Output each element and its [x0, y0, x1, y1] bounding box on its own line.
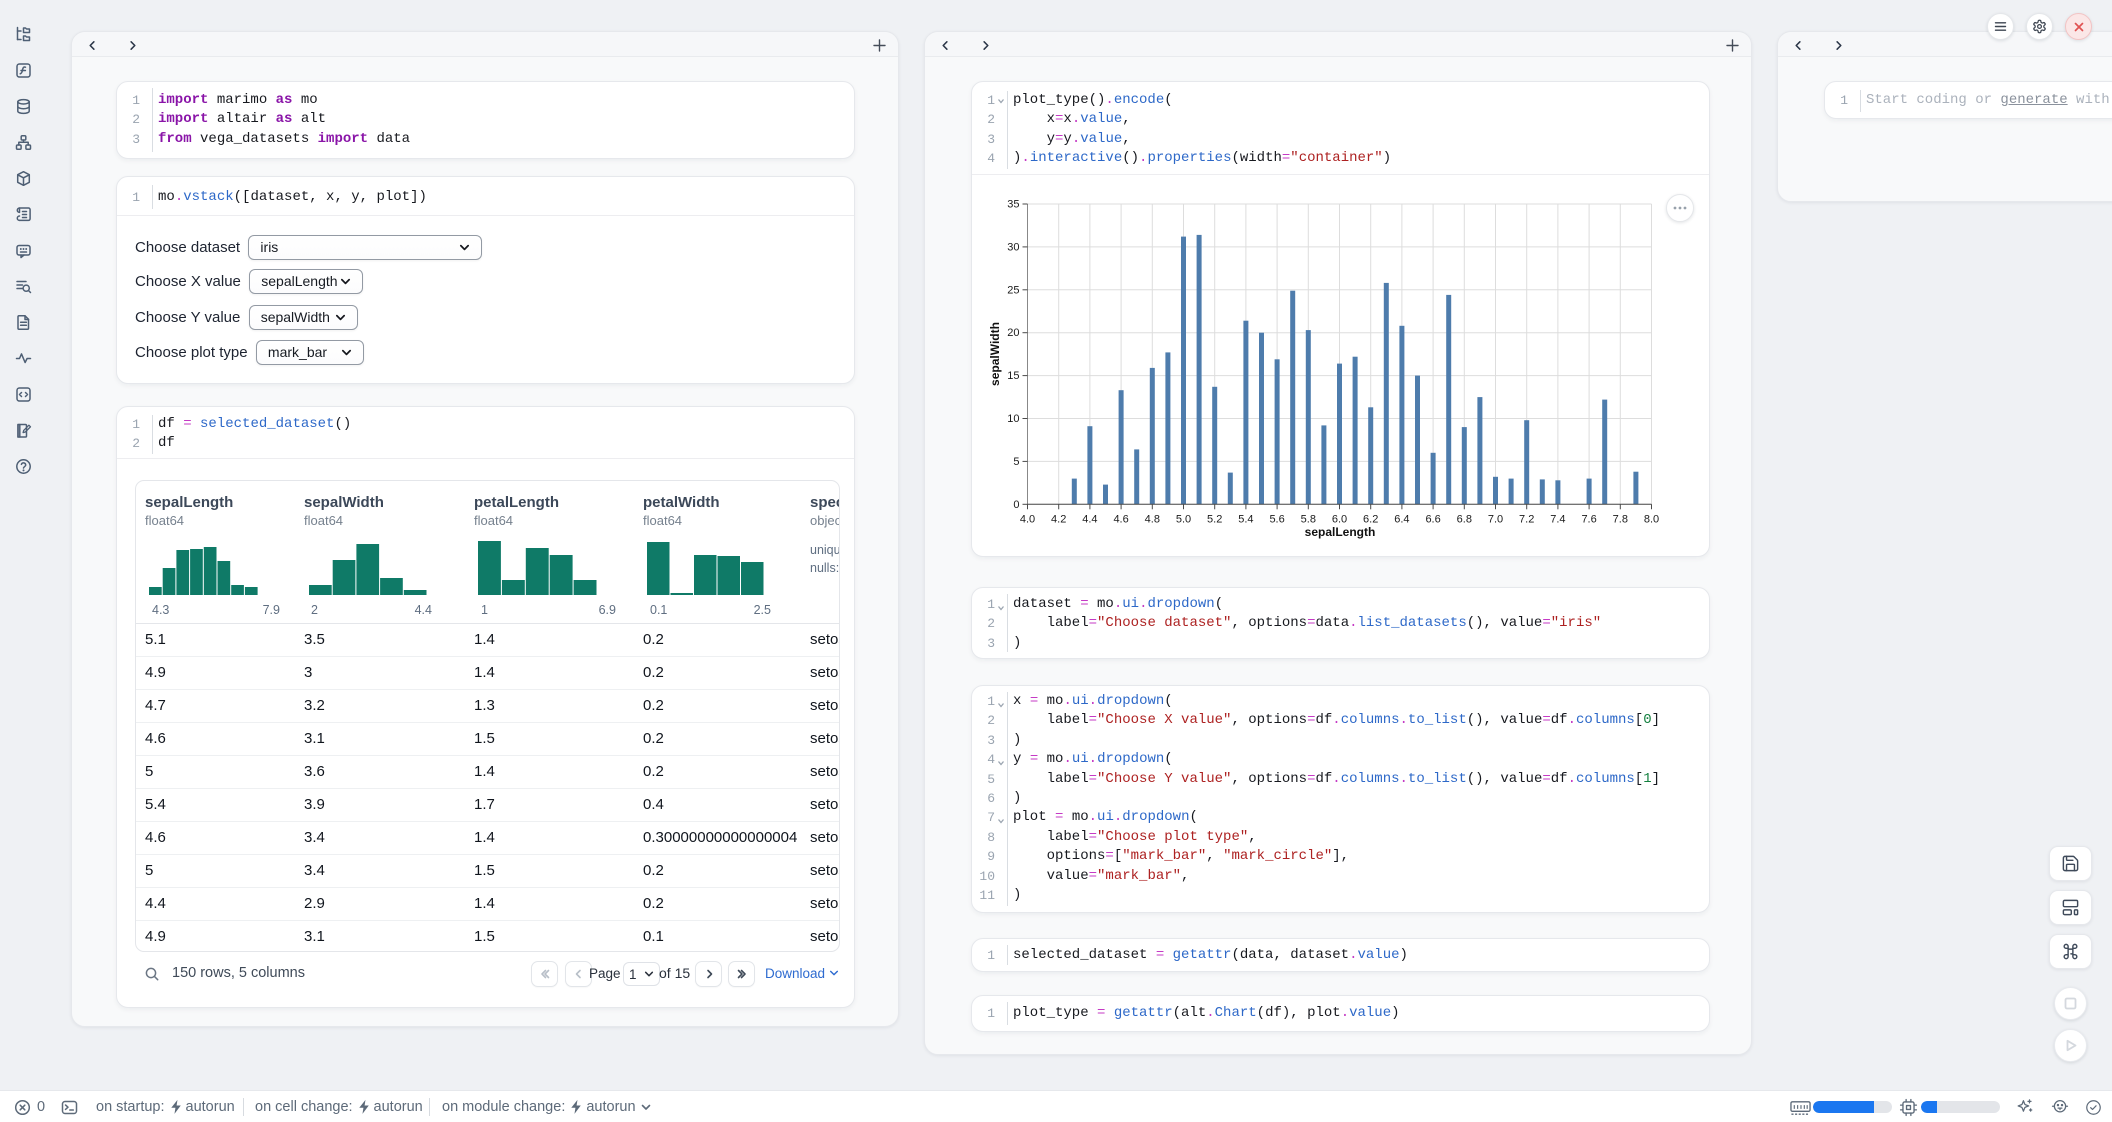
svg-text:7.0: 7.0	[1488, 513, 1503, 525]
svg-text:4.0: 4.0	[1020, 513, 1035, 525]
svg-text:6.4: 6.4	[1394, 513, 1409, 525]
svg-text:8.0: 8.0	[1644, 513, 1659, 525]
svg-text:5.0: 5.0	[1176, 513, 1191, 525]
svg-text:20: 20	[1007, 327, 1019, 339]
svg-text:4.4: 4.4	[1082, 513, 1097, 525]
svg-text:6.8: 6.8	[1457, 513, 1472, 525]
svg-text:6.2: 6.2	[1363, 513, 1378, 525]
svg-text:4.6: 4.6	[1113, 513, 1128, 525]
svg-text:6.6: 6.6	[1425, 513, 1440, 525]
svg-text:25: 25	[1007, 284, 1019, 296]
svg-text:5: 5	[1013, 456, 1019, 468]
svg-text:5.2: 5.2	[1207, 513, 1222, 525]
svg-text:0: 0	[1013, 499, 1019, 511]
svg-text:7.4: 7.4	[1550, 513, 1565, 525]
svg-text:4.2: 4.2	[1051, 513, 1066, 525]
svg-text:sepalWidth: sepalWidth	[988, 322, 1002, 386]
svg-text:7.2: 7.2	[1519, 513, 1534, 525]
svg-text:7.8: 7.8	[1613, 513, 1628, 525]
svg-text:10: 10	[1007, 413, 1019, 425]
svg-text:5.4: 5.4	[1238, 513, 1253, 525]
svg-text:sepalLength: sepalLength	[1305, 525, 1376, 539]
svg-text:6.0: 6.0	[1332, 513, 1347, 525]
svg-text:30: 30	[1007, 241, 1019, 253]
svg-text:4.8: 4.8	[1145, 513, 1160, 525]
svg-text:35: 35	[1007, 199, 1019, 211]
svg-text:15: 15	[1007, 370, 1019, 382]
svg-text:5.6: 5.6	[1269, 513, 1284, 525]
svg-text:5.8: 5.8	[1301, 513, 1316, 525]
svg-text:7.6: 7.6	[1581, 513, 1596, 525]
